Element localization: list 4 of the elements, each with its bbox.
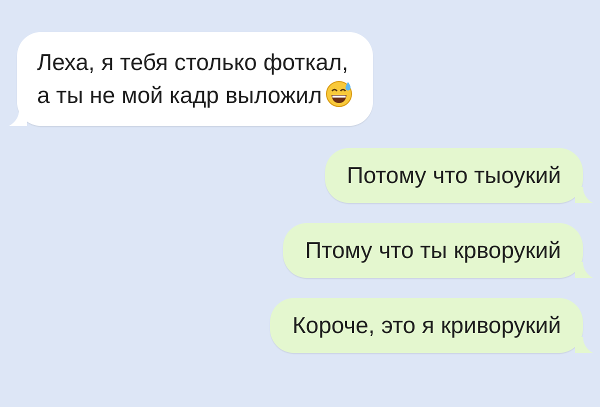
message-text: Леха, я тебя столько фоткал, а ты не мой кадр выложил [37,49,348,108]
message-text: Птому что ты крворукий [305,237,561,263]
message-text: Короче, это я криворукий [292,312,561,338]
message-text: Потому что тыоукий [346,162,561,188]
